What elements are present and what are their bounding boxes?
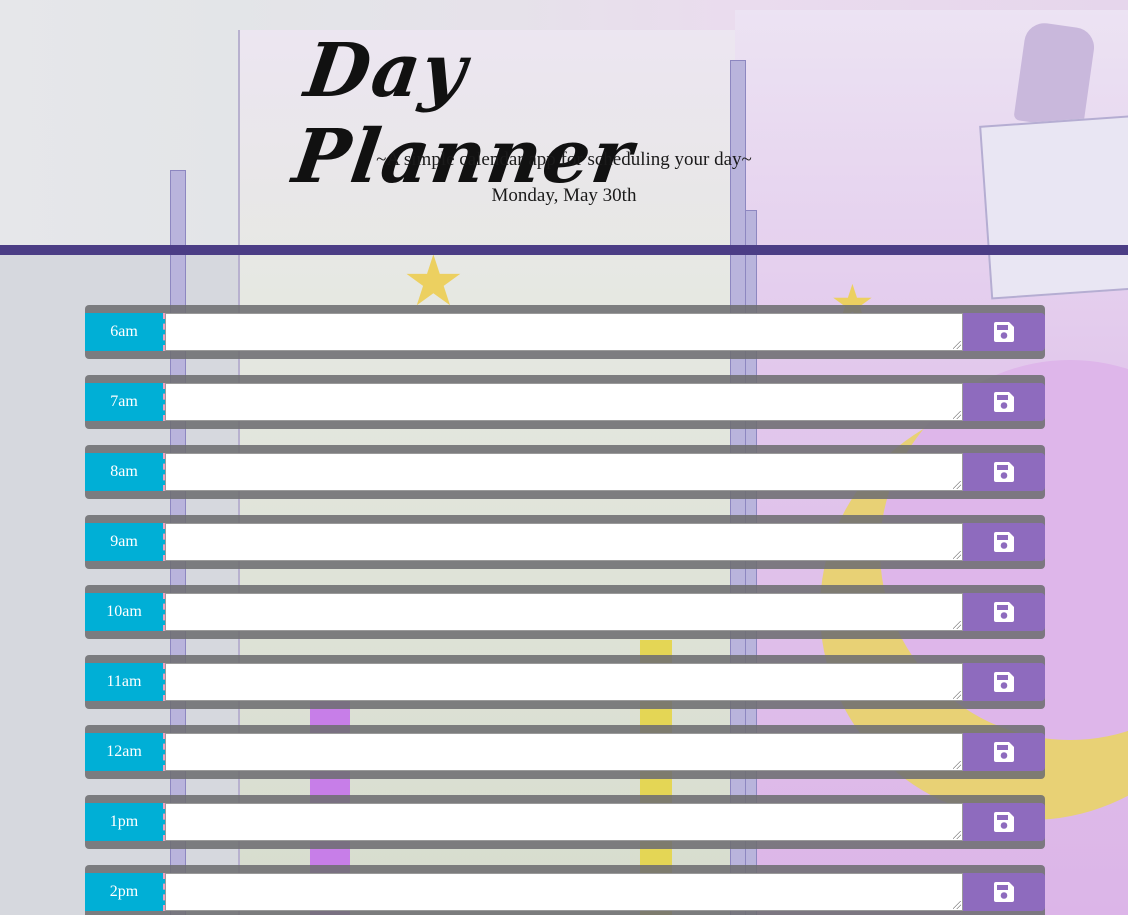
floppy-disk-icon: [994, 392, 1014, 412]
save-button[interactable]: [963, 873, 1045, 911]
event-description-input[interactable]: [165, 313, 963, 351]
floppy-disk-icon: [994, 602, 1014, 622]
save-button[interactable]: [963, 663, 1045, 701]
time-block-8am: 8am: [85, 445, 1045, 499]
floppy-disk-icon: [994, 462, 1014, 482]
hour-label: 1pm: [85, 803, 165, 841]
save-button[interactable]: [963, 593, 1045, 631]
hour-label: 9am: [85, 523, 165, 561]
event-description-input[interactable]: [165, 803, 963, 841]
floppy-disk-icon: [994, 532, 1014, 552]
event-description-input[interactable]: [165, 593, 963, 631]
hour-label: 8am: [85, 453, 165, 491]
header-divider: [0, 245, 1128, 255]
floppy-disk-icon: [994, 882, 1014, 902]
time-block-11am: 11am: [85, 655, 1045, 709]
save-button[interactable]: [963, 453, 1045, 491]
page-subtitle: ~A simple calendar app for scheduling yo…: [376, 149, 752, 170]
hour-label: 11am: [85, 663, 165, 701]
save-button[interactable]: [963, 383, 1045, 421]
hour-label: 2pm: [85, 873, 165, 911]
save-button[interactable]: [963, 733, 1045, 771]
time-block-9am: 9am: [85, 515, 1045, 569]
event-description-input[interactable]: [165, 663, 963, 701]
hour-label: 10am: [85, 593, 165, 631]
save-button[interactable]: [963, 313, 1045, 351]
save-button[interactable]: [963, 803, 1045, 841]
save-button[interactable]: [963, 523, 1045, 561]
event-description-input[interactable]: [165, 383, 963, 421]
time-block-12am: 12am: [85, 725, 1045, 779]
floppy-disk-icon: [994, 672, 1014, 692]
event-description-input[interactable]: [165, 873, 963, 911]
hour-label: 12am: [85, 733, 165, 771]
time-block-2pm: 2pm: [85, 865, 1045, 915]
event-description-input[interactable]: [165, 453, 963, 491]
event-description-input[interactable]: [165, 523, 963, 561]
current-day: Monday, May 30th: [491, 185, 637, 206]
time-block-6am: 6am: [85, 305, 1045, 359]
floppy-disk-icon: [994, 322, 1014, 342]
page-title: Day Planner: [287, 28, 640, 200]
time-block-7am: 7am: [85, 375, 1045, 429]
page-header: Day Planner ~A simple calendar app for s…: [0, 0, 1128, 245]
time-block-10am: 10am: [85, 585, 1045, 639]
floppy-disk-icon: [994, 812, 1014, 832]
floppy-disk-icon: [994, 742, 1014, 762]
hour-label: 7am: [85, 383, 165, 421]
hour-label: 6am: [85, 313, 165, 351]
event-description-input[interactable]: [165, 733, 963, 771]
time-block-list: 6am 7am 8am 9am 10am 11am 12am 1pm 2pm: [85, 305, 1045, 915]
time-block-1pm: 1pm: [85, 795, 1045, 849]
